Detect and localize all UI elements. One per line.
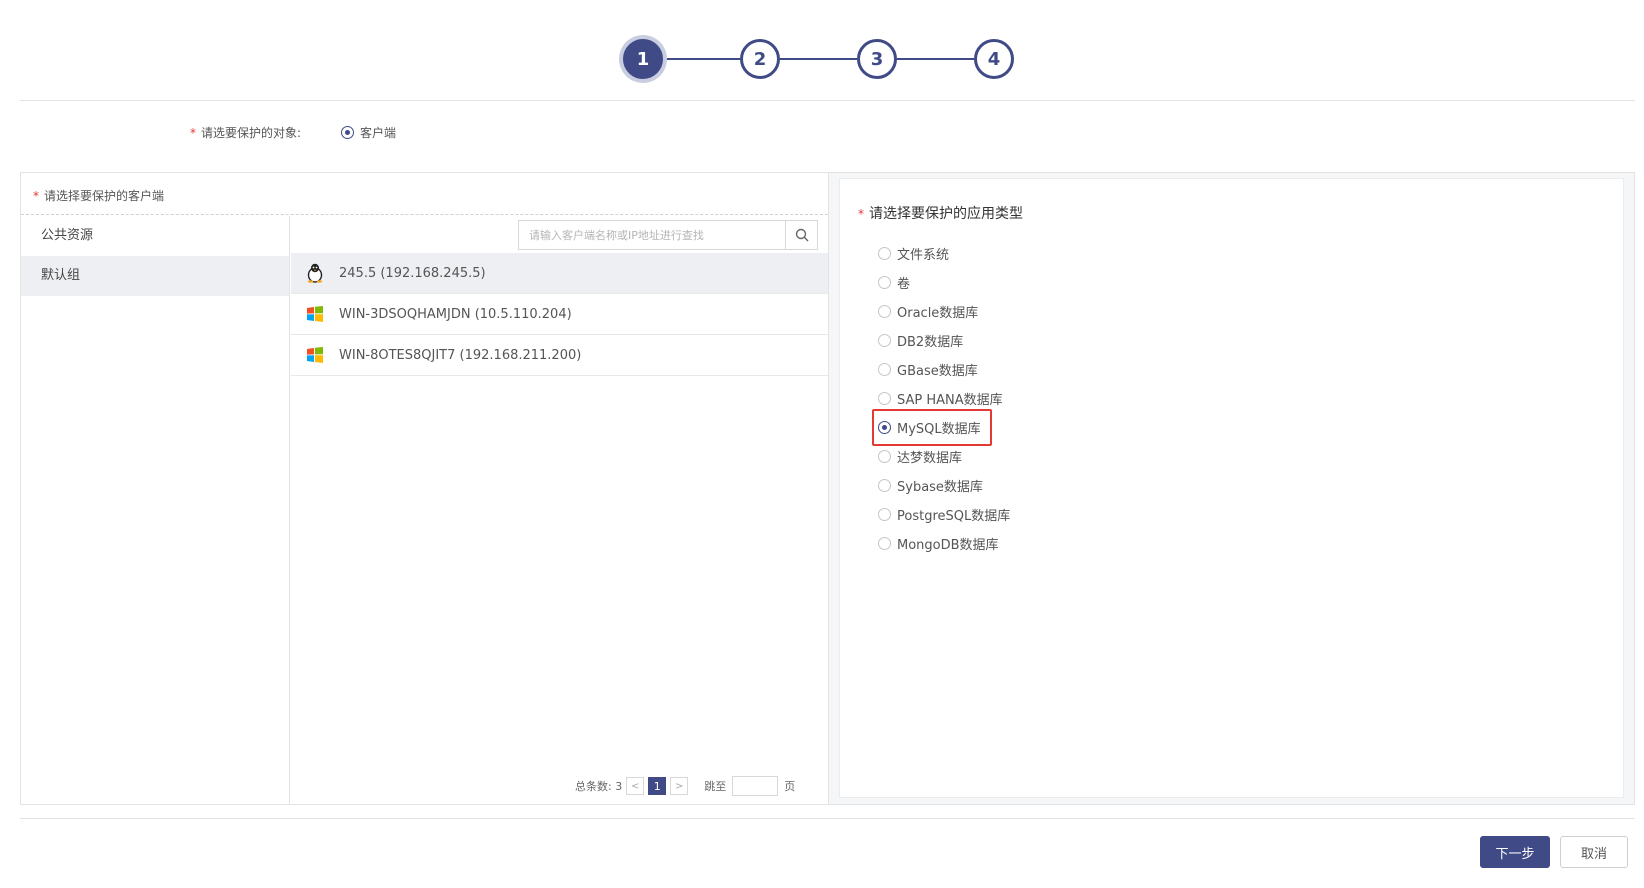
app-type-option[interactable]: PostgreSQL数据库 [878, 500, 1010, 529]
app-type-option[interactable]: 文件系统 [878, 239, 1010, 268]
protect-target-label: 请选要保护的对象: [201, 126, 302, 140]
app-type-label: GBase数据库 [897, 364, 978, 379]
group-list: 公共资源 默认组 [21, 216, 290, 804]
radio-icon [878, 305, 891, 318]
client-label: WIN-3DSOQHAMJDN (10.5.110.204) [339, 306, 572, 322]
client-row[interactable]: WIN-8OTES8QJIT7 (192.168.211.200) [291, 335, 828, 376]
app-type-panel: * 请选择要保护的应用类型 文件系统 卷 Oracle数据库 DB2数据库 GBa… [839, 178, 1624, 798]
radio-icon [878, 247, 891, 260]
required-mark: * [190, 125, 196, 140]
protect-target-row: * 请选要保护的对象: 客户端 [190, 124, 396, 141]
group-item-public[interactable]: 公共资源 [21, 216, 289, 256]
app-type-option[interactable]: MongoDB数据库 [878, 529, 1010, 558]
client-list: 245.5 (192.168.245.5) WIN-3DSOQHAMJDN (1… [291, 253, 828, 376]
search-icon [795, 228, 808, 242]
client-label: 245.5 (192.168.245.5) [339, 265, 486, 281]
radio-icon [878, 392, 891, 405]
client-panel-title: 请选择要保护的客户端 [44, 189, 165, 203]
radio-icon [878, 450, 891, 463]
windows-icon [305, 304, 325, 324]
top-divider [20, 100, 1635, 101]
step-connector [897, 58, 974, 60]
app-type-label: MySQL数据库 [897, 422, 981, 437]
app-type-title: 请选择要保护的应用类型 [869, 206, 1023, 222]
app-type-option[interactable]: Oracle数据库 [878, 297, 1010, 326]
step-2: 2 [740, 39, 780, 79]
client-label: WIN-8OTES8QJIT7 (192.168.211.200) [339, 347, 582, 363]
radio-icon [878, 508, 891, 521]
client-search-input[interactable] [519, 221, 785, 249]
windows-icon [305, 345, 325, 365]
app-type-header: * 请选择要保护的应用类型 [858, 203, 1023, 223]
client-row[interactable]: 245.5 (192.168.245.5) [291, 253, 828, 294]
step-connector [780, 58, 857, 60]
search-button[interactable] [785, 221, 817, 249]
target-client-radio[interactable]: 客户端 [341, 124, 396, 141]
linux-icon [305, 263, 325, 283]
app-type-label: MongoDB数据库 [897, 538, 999, 553]
radio-icon [878, 421, 891, 434]
radio-icon [878, 334, 891, 347]
step-4: 4 [974, 39, 1014, 79]
client-search [518, 220, 818, 250]
current-page[interactable]: 1 [648, 777, 667, 795]
page-suffix: 页 [784, 780, 796, 793]
cancel-button[interactable]: 取消 [1560, 836, 1628, 868]
app-type-label: PostgreSQL数据库 [897, 509, 1011, 524]
app-type-option[interactable]: GBase数据库 [878, 355, 1010, 384]
main-panel: * 请选择要保护的客户端 公共资源 默认组 245.5 (192.168.245.… [20, 172, 1635, 805]
jump-page-input[interactable] [732, 776, 779, 796]
app-type-label: SAP HANA数据库 [897, 393, 1003, 408]
client-row[interactable]: WIN-3DSOQHAMJDN (10.5.110.204) [291, 294, 828, 335]
required-mark: * [858, 207, 864, 221]
next-step-button[interactable]: 下一步 [1480, 836, 1550, 868]
total-count: 总条数: 3 [575, 780, 623, 793]
app-type-label: 达梦数据库 [897, 451, 963, 466]
radio-icon [878, 363, 891, 376]
prev-page-button[interactable]: < [626, 777, 645, 795]
bottom-divider [20, 818, 1635, 819]
target-client-label: 客户端 [360, 126, 397, 140]
group-item-default[interactable]: 默认组 [21, 256, 289, 296]
app-type-option[interactable]: Sybase数据库 [878, 471, 1010, 500]
step-3: 3 [857, 39, 897, 79]
radio-icon [341, 126, 355, 139]
step-1: 1 [623, 39, 663, 79]
app-type-label: Sybase数据库 [897, 480, 983, 495]
client-list-area: 245.5 (192.168.245.5) WIN-3DSOQHAMJDN (1… [291, 216, 828, 804]
app-type-label: DB2数据库 [897, 335, 964, 350]
app-type-option[interactable]: 卷 [878, 268, 1010, 297]
app-type-label: Oracle数据库 [897, 306, 979, 321]
pagination: 总条数: 3 < 1 > 跳至 页 [575, 776, 795, 796]
step-connector [663, 58, 740, 60]
app-type-option-mysql[interactable]: MySQL数据库 [871, 409, 1010, 446]
jump-label: 跳至 [704, 780, 727, 793]
radio-icon [878, 276, 891, 289]
app-type-option[interactable]: 达梦数据库 [878, 442, 1010, 471]
app-type-label: 卷 [897, 277, 911, 292]
app-type-list: 文件系统 卷 Oracle数据库 DB2数据库 GBase数据库 SAP HAN… [871, 239, 1010, 558]
client-panel-header: * 请选择要保护的客户端 [21, 173, 828, 215]
app-type-label: 文件系统 [897, 248, 950, 263]
client-selection-panel: * 请选择要保护的客户端 公共资源 默认组 245.5 (192.168.245.… [21, 173, 829, 804]
radio-icon [878, 537, 891, 550]
radio-icon [878, 479, 891, 492]
next-page-button[interactable]: > [670, 777, 689, 795]
app-type-option[interactable]: DB2数据库 [878, 326, 1010, 355]
step-indicator: 1 2 3 4 [623, 37, 1033, 81]
required-mark: * [33, 189, 39, 203]
